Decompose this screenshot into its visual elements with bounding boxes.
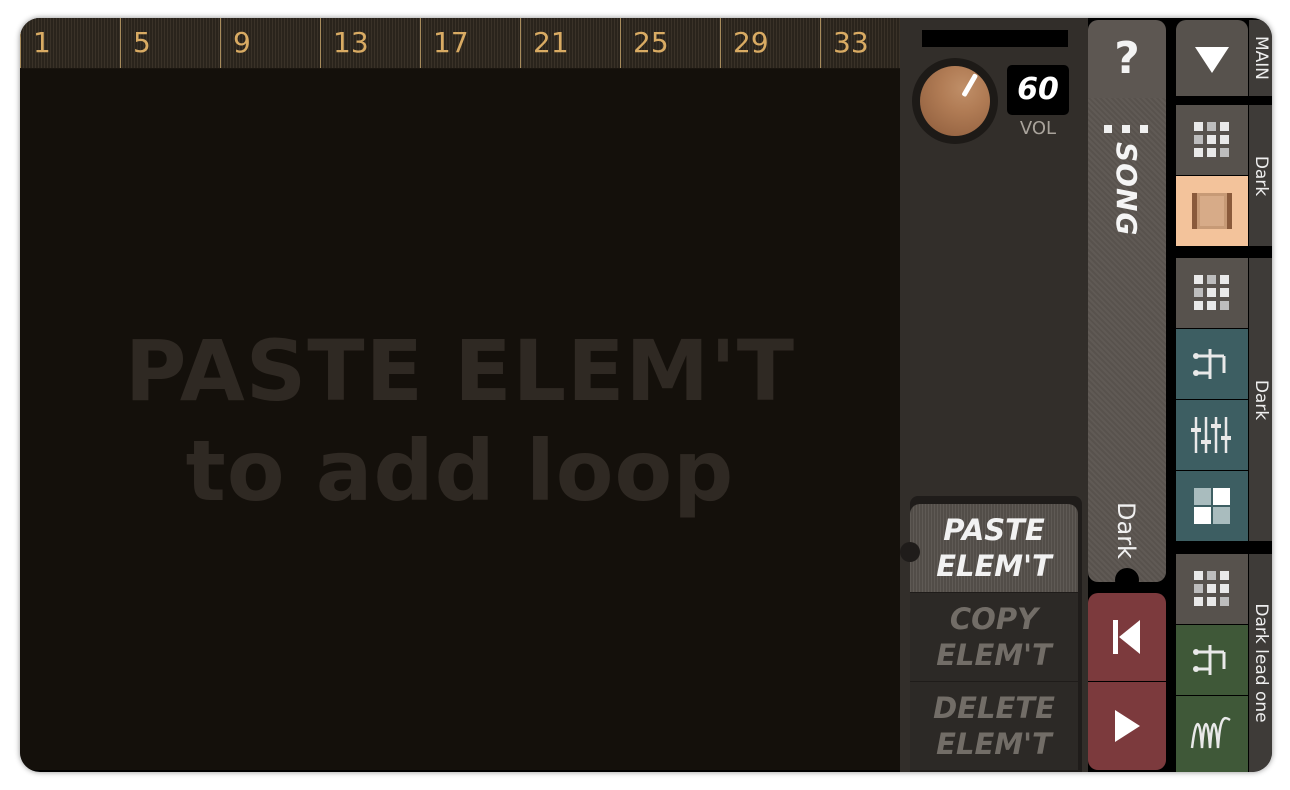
bar-marker: 21 xyxy=(520,18,620,68)
bar-marker: 29 xyxy=(720,18,820,68)
copy-label-line2: ELEM'T xyxy=(936,638,1052,672)
sliders-icon xyxy=(1191,417,1231,453)
pattern-grid-button[interactable] xyxy=(1176,105,1248,175)
group-label: Dark lead one xyxy=(1249,554,1272,772)
copy-element-button[interactable]: COPY ELEM'T xyxy=(910,593,1078,681)
main-label: MAIN xyxy=(1249,20,1272,96)
pattern-grid-button[interactable] xyxy=(1176,554,1248,624)
bar-marker: 17 xyxy=(420,18,520,68)
tab-notch xyxy=(1115,568,1139,592)
delete-label-line1: DELETE xyxy=(933,691,1055,725)
grid-icon xyxy=(1194,275,1229,310)
control-panel: 60 VOL PASTE ELEM'T COPY ELEM'T DELETE ELEM… xyxy=(900,18,1088,772)
group-label-text: Dark xyxy=(1250,155,1271,196)
bar-marker: 25 xyxy=(620,18,720,68)
bar-marker: 5 xyxy=(120,18,220,68)
group-label-text: Dark lead one xyxy=(1250,603,1271,723)
skip-to-start-icon xyxy=(1113,620,1140,654)
triangle-down-icon xyxy=(1195,47,1229,73)
patch-icon xyxy=(1193,349,1226,379)
element-actions: PASTE ELEM'T COPY ELEM'T DELETE ELEM'T xyxy=(900,496,1082,772)
menu-dots-icon xyxy=(1104,118,1158,137)
song-tab[interactable]: SONG Dark xyxy=(1088,98,1166,592)
paste-label-line2: ELEM'T xyxy=(936,549,1052,583)
volume-label: VOL xyxy=(1019,118,1057,139)
bar-marker: 9 xyxy=(220,18,320,68)
divider xyxy=(1176,544,1272,552)
loop-instrument-button[interactable] xyxy=(1176,176,1248,246)
divider xyxy=(1176,248,1272,256)
synth-patch-button[interactable] xyxy=(1176,329,1248,399)
grid-icon xyxy=(1194,571,1229,606)
empty-hint-line1: PASTE ELEM'T xyxy=(124,322,796,420)
bar-ruler[interactable]: 1 5 9 13 17 21 25 29 33 xyxy=(20,18,900,69)
pattern-grid-button[interactable] xyxy=(1176,258,1248,328)
divider xyxy=(1176,97,1272,105)
play-button[interactable] xyxy=(1088,682,1166,770)
bar-marker: 1 xyxy=(20,18,120,68)
grid-icon xyxy=(1194,122,1229,157)
group-label: Dark xyxy=(1249,258,1272,541)
patch-icon xyxy=(1193,645,1226,675)
pad-button[interactable] xyxy=(1176,471,1248,541)
rewind-button[interactable] xyxy=(1088,593,1166,681)
synth-patch-button[interactable] xyxy=(1176,625,1248,695)
volume-knob-well xyxy=(912,58,998,144)
volume-knob[interactable] xyxy=(920,66,990,136)
group-label: Dark xyxy=(1249,105,1272,246)
loop-block-icon xyxy=(1192,193,1232,229)
bar-marker: 13 xyxy=(320,18,420,68)
help-button[interactable]: ? xyxy=(1088,20,1166,98)
mixer-button[interactable] xyxy=(1176,400,1248,470)
group-label-text: Dark xyxy=(1250,379,1271,420)
collapse-button[interactable] xyxy=(1176,20,1248,96)
copy-label-line1: COPY xyxy=(949,602,1039,636)
play-icon xyxy=(1115,710,1140,742)
knob-indicator xyxy=(961,73,979,98)
delete-element-button[interactable]: DELETE ELEM'T xyxy=(910,682,1078,770)
bar-marker: 33 xyxy=(820,18,900,68)
pads-icon xyxy=(1194,488,1230,524)
empty-hint-line2: to add loop xyxy=(185,422,735,520)
tempo-display[interactable]: 60 xyxy=(1007,65,1069,115)
song-tab-label: SONG xyxy=(1110,142,1143,237)
app-window: 1 5 9 13 17 21 25 29 33 PASTE ELEM'T to … xyxy=(20,18,1272,772)
waveform-button[interactable] xyxy=(1176,696,1248,772)
level-meter xyxy=(922,30,1068,47)
paste-label-line1: PASTE xyxy=(943,513,1045,547)
song-timeline[interactable]: 1 5 9 13 17 21 25 29 33 PASTE ELEM'T to … xyxy=(20,18,900,770)
main-label-text: MAIN xyxy=(1250,35,1271,81)
song-name-label: Dark xyxy=(1112,502,1140,559)
tab-notch xyxy=(900,542,920,562)
delete-label-line2: ELEM'T xyxy=(936,727,1052,761)
waveform-icon xyxy=(1190,716,1231,749)
paste-element-button[interactable]: PASTE ELEM'T xyxy=(900,504,1078,592)
